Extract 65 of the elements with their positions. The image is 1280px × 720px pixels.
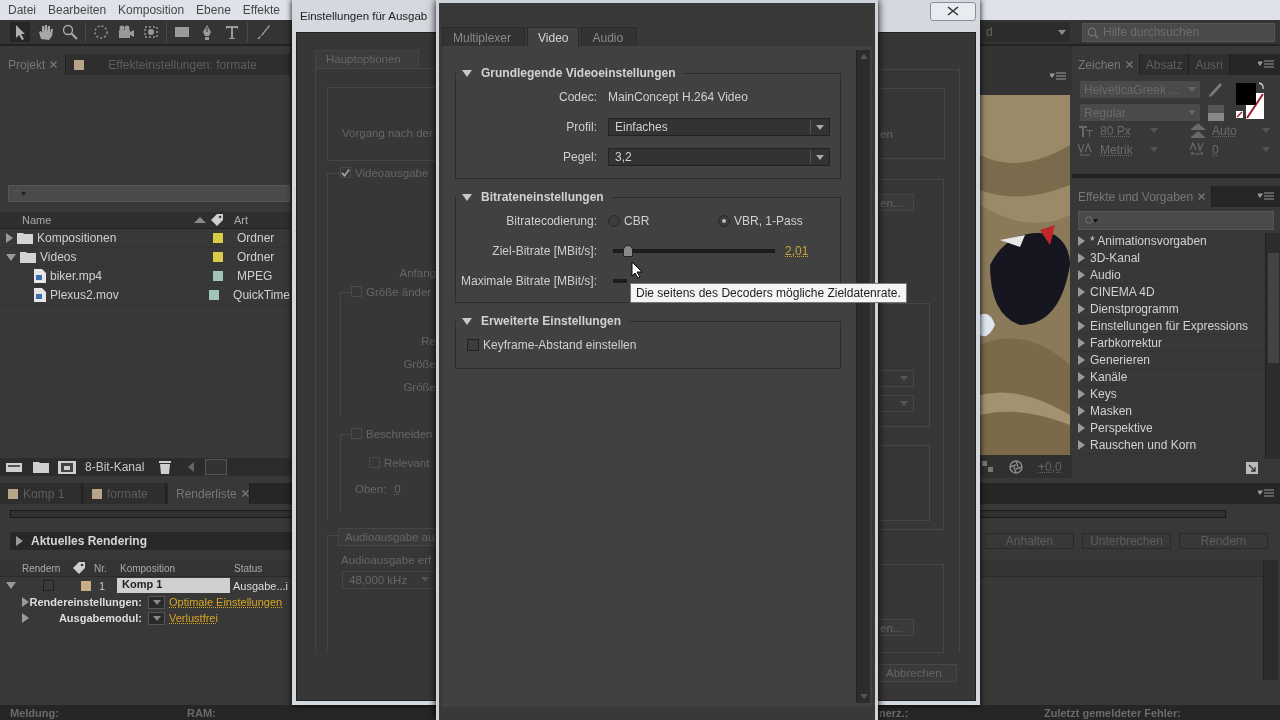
menu-item[interactable]: Effekte	[236, 3, 286, 17]
effect-category[interactable]: Perspektive	[1090, 421, 1153, 435]
effect-category[interactable]: Rauschen und Korn	[1090, 438, 1197, 452]
effect-category[interactable]: Masken	[1090, 404, 1133, 418]
type-text: Ordner	[237, 250, 275, 264]
radio-label[interactable]: VBR, 1-Pass	[734, 214, 803, 228]
column-header[interactable]: Nr.	[94, 562, 120, 574]
type-text: Ordner	[237, 231, 275, 245]
tooltip: Die seitens des Decoders mögliche Zieldatenrate.	[630, 283, 907, 303]
effect-category[interactable]: Keys	[1090, 387, 1117, 401]
window-title: Einstellungen für Ausgab	[300, 10, 428, 22]
dialog-tab[interactable]: Multiplexer	[442, 27, 525, 46]
menu-item[interactable]: Ebene	[190, 3, 237, 17]
field-label: Ziel-Bitrate [MBit/s]:	[491, 244, 597, 258]
group-title: Bitrateneinstellungen	[481, 190, 604, 204]
column-header[interactable]: Rendern	[0, 562, 72, 574]
composition-name[interactable]: Komp 1	[117, 578, 230, 593]
file-name[interactable]: Plexus2.mov	[50, 288, 119, 302]
item-number: 1	[99, 579, 107, 592]
field-label: Pegel:	[561, 150, 597, 164]
file-name[interactable]: Videos	[40, 250, 77, 264]
setting-label: Ausgabemodul:	[57, 612, 142, 624]
dropdown[interactable]: 3,2	[608, 148, 830, 166]
column-header[interactable]: Name	[0, 214, 194, 226]
type-text: MPEG	[237, 269, 273, 283]
status-label: nerz.:	[879, 706, 910, 719]
value-text: MainConcept H.264 Video	[608, 90, 748, 104]
group-title: Grundlegende Videoeinstellungen	[481, 66, 676, 80]
group-title: Erweiterte Einstellungen	[481, 314, 622, 328]
file-name[interactable]: biker.mp4	[50, 269, 103, 283]
status-label: Meldung:	[9, 706, 60, 719]
status-text: Ausgabe...i	[232, 579, 289, 592]
status-label: RAM:	[187, 706, 217, 719]
effect-category[interactable]: Audio	[1090, 268, 1121, 282]
type-text: QuickTime	[233, 288, 290, 302]
column-header[interactable]: Art	[232, 214, 249, 226]
effect-category[interactable]: Dienstprogramm	[1090, 302, 1179, 316]
menu-item[interactable]: Datei	[2, 3, 42, 17]
column-header[interactable]: Komposition	[120, 562, 234, 574]
effect-category[interactable]: 3D-Kanal	[1090, 251, 1141, 265]
dropdown[interactable]: Einfaches	[608, 118, 830, 136]
effect-category[interactable]: * Animationsvorgaben	[1090, 234, 1207, 248]
effect-category[interactable]: CINEMA 4D	[1090, 285, 1155, 299]
effect-category[interactable]: Einstellungen für Expressions	[1090, 319, 1249, 333]
bit-depth-button[interactable]: 8-Bit-Kanal	[85, 460, 145, 474]
checkbox-label[interactable]: Keyframe-Abstand einstellen	[483, 338, 637, 352]
effect-category[interactable]: Generieren	[1090, 353, 1151, 367]
dialog-tab[interactable]: Video	[527, 27, 580, 46]
menu-item[interactable]: Komposition	[112, 3, 191, 17]
setting-link[interactable]: Optimale Einstellungen	[169, 596, 283, 608]
setting-label: Rendereinstellungen:	[29, 596, 142, 608]
status-label: Zuletzt gemeldeter Fehler:	[1044, 706, 1181, 719]
field-label: Bitratecodierung:	[505, 214, 597, 228]
dialog-tab[interactable]: Audio	[581, 27, 638, 46]
radio-label[interactable]: CBR	[624, 214, 650, 228]
column-header[interactable]: Status	[234, 562, 263, 574]
setting-link[interactable]: Verlustfrei	[169, 612, 218, 624]
field-label: Profil:	[565, 120, 597, 134]
field-label: Maximale Bitrate [MBit/s]:	[459, 274, 597, 288]
effect-category[interactable]: Kanäle	[1090, 370, 1128, 384]
value-link[interactable]: 2,01	[785, 244, 809, 258]
field-label: Codec:	[557, 90, 597, 104]
effect-category[interactable]: Farbkorrektur	[1090, 336, 1163, 350]
menu-item[interactable]: Bearbeiten	[42, 3, 113, 17]
file-name[interactable]: Kompositionen	[37, 231, 117, 245]
